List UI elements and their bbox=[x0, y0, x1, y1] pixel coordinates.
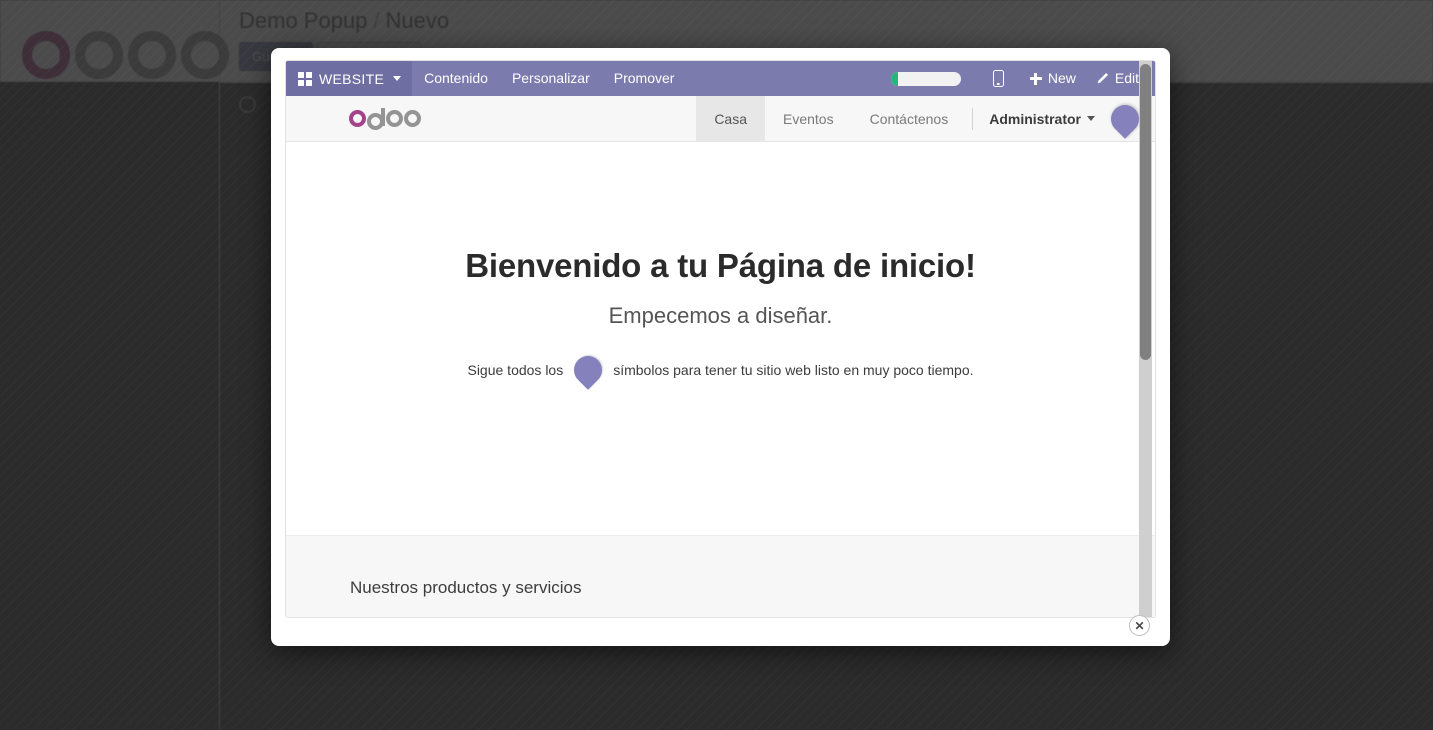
website-page-body: Bienvenido a tu Página de inicio! Empece… bbox=[286, 142, 1155, 617]
page-title-strong: Página de inicio! bbox=[717, 247, 976, 284]
tutorial-hint-before: Sigue todos los bbox=[467, 362, 563, 378]
website-site-header: Casa Eventos Contáctenos Administrator bbox=[286, 96, 1155, 142]
section-title: Nuestros productos y servicios bbox=[350, 578, 581, 598]
website-iframe-viewport: WEBSITE Contenido Personalizar Promover … bbox=[286, 61, 1155, 617]
user-menu-label: Administrator bbox=[989, 111, 1081, 127]
background-breadcrumb: Demo Popup/ Nuevo bbox=[239, 8, 449, 34]
site-navigation: Casa Eventos Contáctenos Administrator bbox=[696, 96, 1155, 142]
odoo-logo-ring-4 bbox=[181, 31, 229, 79]
products-services-section: Nuestros productos y servicios bbox=[286, 535, 1155, 617]
page-subtitle: Empecemos a diseñar. bbox=[286, 303, 1155, 329]
edit-button-label: Edit bbox=[1115, 61, 1139, 96]
user-menu-button[interactable]: Administrator bbox=[979, 111, 1099, 127]
odoo-logo-ring-1 bbox=[22, 31, 70, 79]
tutorial-droplet-icon bbox=[568, 350, 608, 390]
new-button[interactable]: New bbox=[1020, 61, 1086, 96]
website-menu-button[interactable]: WEBSITE bbox=[286, 61, 412, 96]
chevron-down-icon bbox=[1087, 116, 1095, 121]
website-menu-label: WEBSITE bbox=[319, 71, 384, 87]
website-progress-bar[interactable] bbox=[891, 72, 961, 86]
odoo-logo-ring-2 bbox=[75, 31, 123, 79]
breadcrumb-current: Nuevo bbox=[386, 8, 450, 33]
breadcrumb-parent[interactable]: Demo Popup bbox=[239, 8, 367, 33]
chevron-down-icon bbox=[393, 76, 401, 81]
menu-item-promover[interactable]: Promover bbox=[602, 61, 687, 96]
site-logo-letter-d bbox=[367, 108, 385, 130]
site-logo-ring-4 bbox=[404, 110, 421, 127]
breadcrumb-separator: / bbox=[373, 8, 379, 33]
new-button-label: New bbox=[1048, 61, 1076, 96]
pencil-icon bbox=[1096, 72, 1109, 85]
nav-item-casa[interactable]: Casa bbox=[696, 96, 765, 142]
scrollbar-thumb[interactable] bbox=[1140, 64, 1151, 360]
background-odoo-logo bbox=[22, 28, 234, 82]
website-editor-toolbar: WEBSITE Contenido Personalizar Promover … bbox=[286, 61, 1155, 96]
close-icon[interactable]: ✕ bbox=[1129, 615, 1150, 636]
background-side-label: Demo Popup 2 bbox=[5, 103, 98, 119]
nav-item-eventos[interactable]: Eventos bbox=[765, 96, 852, 142]
hero-section: Bienvenido a tu Página de inicio! Empece… bbox=[286, 142, 1155, 384]
nav-item-contactenos[interactable]: Contáctenos bbox=[852, 96, 967, 142]
radio-icon[interactable] bbox=[239, 96, 256, 113]
odoo-logo-ring-3 bbox=[128, 31, 176, 79]
tutorial-hint-after: símbolos para tener tu sitio web listo e… bbox=[613, 362, 973, 378]
site-logo-ring-3 bbox=[386, 110, 403, 127]
grid-icon bbox=[298, 72, 312, 86]
website-preview-modal: WEBSITE Contenido Personalizar Promover … bbox=[271, 48, 1170, 646]
nav-divider bbox=[972, 108, 973, 130]
background-divider-vertical bbox=[219, 0, 220, 730]
plus-icon bbox=[1030, 73, 1042, 85]
vertical-scrollbar[interactable] bbox=[1139, 61, 1152, 617]
site-logo-ring-1 bbox=[349, 110, 366, 127]
site-odoo-logo[interactable] bbox=[349, 108, 421, 130]
tutorial-hint: Sigue todos los símbolos para tener tu s… bbox=[286, 356, 1155, 384]
menu-item-personalizar[interactable]: Personalizar bbox=[500, 61, 602, 96]
editor-toolbar-right: New Edit bbox=[891, 61, 1155, 96]
page-title-normal: Bienvenido a tu bbox=[465, 247, 717, 284]
menu-item-contenido[interactable]: Contenido bbox=[412, 61, 500, 96]
mobile-preview-icon[interactable] bbox=[993, 70, 1004, 87]
background-footer-credit: Con tecnología de Odoo bbox=[38, 712, 190, 728]
page-title: Bienvenido a tu Página de inicio! bbox=[286, 247, 1155, 285]
